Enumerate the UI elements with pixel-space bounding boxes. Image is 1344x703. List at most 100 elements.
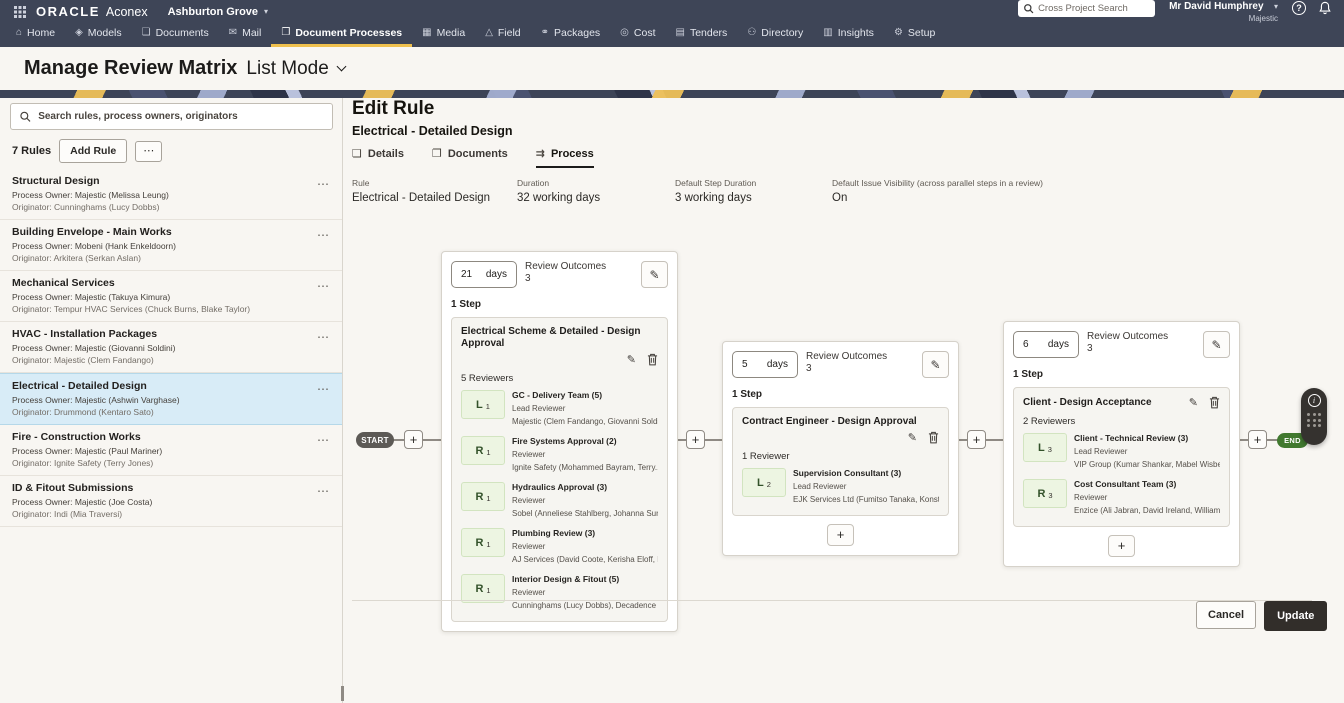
insights-icon: ▥ [823, 27, 832, 38]
nav-home[interactable]: ⌂Home [6, 21, 65, 47]
badge-letter: L [757, 477, 764, 489]
footer-divider [352, 600, 1312, 601]
badge-number: 1 [486, 586, 490, 595]
notifications-bell-icon[interactable] [1318, 1, 1332, 21]
summary-value: Electrical - Detailed Design [352, 192, 517, 204]
reviewer-role: Lead Reviewer [793, 481, 939, 492]
rule-more-icon[interactable]: ⋯ [317, 279, 330, 293]
assistant-widget[interactable]: i [1301, 388, 1327, 445]
review-duration-input[interactable]: 21 days [451, 261, 517, 288]
rule-more-icon[interactable]: ⋯ [317, 382, 330, 396]
badge-number: 3 [1048, 445, 1052, 454]
nav-tenders[interactable]: ▤Tenders [666, 21, 738, 47]
reviewer-row[interactable]: R1 Interior Design & Fitout (5) Reviewer… [461, 574, 658, 611]
reviewer-row[interactable]: L1 GC - Delivery Team (5) Lead Reviewer … [461, 390, 658, 427]
app-launcher-icon[interactable] [14, 6, 26, 18]
nav-mail[interactable]: ✉Mail [219, 21, 272, 47]
view-mode-selector[interactable]: List Mode [246, 58, 328, 80]
reviewer-role: Reviewer [512, 495, 658, 506]
insert-review-button-2[interactable]: + [686, 430, 705, 449]
edit-step-icon[interactable]: ✎ [627, 353, 636, 366]
lead-reviewer-badge: L3 [1023, 433, 1067, 462]
reviewer-row[interactable]: R3 Cost Consultant Team (3) Reviewer Enz… [1023, 479, 1220, 516]
rule-owner: Process Owner: Majestic (Melissa Leung) [12, 190, 308, 200]
info-icon[interactable]: i [1308, 394, 1321, 407]
nav-label: Setup [908, 27, 935, 39]
nav-documents[interactable]: ❏Documents [132, 21, 219, 47]
nav-setup[interactable]: ⚙Setup [884, 21, 945, 47]
review-duration-input[interactable]: 5 days [732, 351, 798, 378]
add-step-button[interactable]: + [1108, 535, 1135, 557]
tab-details[interactable]: ❏Details [352, 147, 404, 168]
tab-process[interactable]: ⇉Process [536, 147, 594, 168]
rule-item-electrical-detailed-design[interactable]: Electrical - Detailed Design Process Own… [0, 373, 342, 425]
rule-more-icon[interactable]: ⋯ [317, 228, 330, 242]
rule-title: Mechanical Services [12, 277, 308, 290]
edit-review-button[interactable]: ✎ [641, 261, 668, 288]
nav-field[interactable]: △Field [475, 21, 530, 47]
add-rule-button[interactable]: Add Rule [59, 139, 127, 163]
rule-item-fire-construction[interactable]: Fire - Construction Works Process Owner:… [0, 425, 342, 476]
cancel-button[interactable]: Cancel [1196, 601, 1256, 629]
rule-item-building-envelope[interactable]: Building Envelope - Main Works Process O… [0, 220, 342, 271]
reviewers-count-label: 2 Reviewers [1023, 416, 1220, 427]
insert-review-button-4[interactable]: + [1248, 430, 1267, 449]
rule-item-hvac-installation[interactable]: HVAC - Installation Packages Process Own… [0, 322, 342, 373]
rule-more-icon[interactable]: ⋯ [317, 330, 330, 344]
nav-cost[interactable]: ◎Cost [610, 21, 665, 47]
nav-models[interactable]: ◈Models [65, 21, 132, 47]
nav-label: Document Processes [295, 27, 402, 39]
edit-review-button[interactable]: ✎ [1203, 331, 1230, 358]
reviewer-row[interactable]: R1 Hydraulics Approval (3) Reviewer Sobe… [461, 482, 658, 519]
project-selector[interactable]: Ashburton Grove [168, 6, 258, 18]
reviewer-row[interactable]: R1 Fire Systems Approval (2) Reviewer Ig… [461, 436, 658, 473]
update-button[interactable]: Update [1264, 601, 1327, 631]
add-step-button[interactable]: + [827, 524, 854, 546]
nav-directory[interactable]: ⚇Directory [737, 21, 813, 47]
rules-more-button[interactable]: ⋯ [135, 141, 162, 162]
summary-rule: Rule Electrical - Detailed Design [352, 178, 517, 204]
nav-label: Models [88, 27, 122, 39]
cross-project-search[interactable] [1018, 0, 1155, 17]
rule-item-structural-design[interactable]: Structural Design Process Owner: Majesti… [0, 169, 342, 220]
outcomes-label: Review Outcomes [1087, 331, 1168, 343]
user-menu[interactable]: Mr David Humphrey ▾ Majestic [1169, 0, 1278, 24]
tab-documents[interactable]: ❐Documents [432, 147, 508, 168]
review-duration-input[interactable]: 6 days [1013, 331, 1079, 358]
rule-more-icon[interactable]: ⋯ [317, 177, 330, 191]
duration-value: 5 [742, 359, 748, 370]
delete-step-icon[interactable] [647, 353, 658, 366]
delete-step-icon[interactable] [928, 431, 939, 444]
rule-originator: Originator: Drummond (Kentaro Sato) [12, 407, 308, 417]
insert-review-button-1[interactable]: + [404, 430, 423, 449]
rule-item-mechanical-services[interactable]: Mechanical Services Process Owner: Majes… [0, 271, 342, 322]
chevron-down-icon[interactable] [336, 62, 346, 72]
rule-more-icon[interactable]: ⋯ [317, 433, 330, 447]
rule-more-icon[interactable]: ⋯ [317, 484, 330, 498]
badge-number: 2 [767, 480, 771, 489]
rules-search[interactable] [10, 103, 333, 130]
rule-owner: Process Owner: Majestic (Paul Mariner) [12, 446, 308, 456]
reviewer-role: Reviewer [512, 541, 658, 552]
nav-insights[interactable]: ▥Insights [813, 21, 884, 47]
insert-review-button-3[interactable]: + [967, 430, 986, 449]
nav-media[interactable]: ▦Media [412, 21, 475, 47]
reviewer-row[interactable]: L2 Supervision Consultant (3) Lead Revie… [742, 468, 939, 505]
global-header: ORACLE Aconex Ashburton Grove ▾ Mr David… [0, 0, 1344, 47]
rules-search-input[interactable] [38, 111, 324, 122]
reviewer-row[interactable]: R1 Plumbing Review (3) Reviewer AJ Servi… [461, 528, 658, 565]
edit-review-button[interactable]: ✎ [922, 351, 949, 378]
reviewer-row[interactable]: L3 Client - Technical Review (3) Lead Re… [1023, 433, 1220, 470]
badge-letter: R [475, 445, 483, 457]
edit-step-icon[interactable]: ✎ [908, 431, 917, 444]
pencil-icon: ✎ [1211, 338, 1221, 352]
rule-item-id-fitout[interactable]: ID & Fitout Submissions Process Owner: M… [0, 476, 342, 527]
project-caret-icon[interactable]: ▾ [264, 7, 268, 16]
rules-sidebar: 7 Rules Add Rule ⋯ Structural Design Pro… [0, 98, 343, 703]
nav-document-processes[interactable]: ❐Document Processes [271, 21, 412, 47]
cross-project-search-input[interactable] [1038, 3, 1150, 14]
help-icon[interactable]: ? [1292, 1, 1306, 15]
edit-step-icon[interactable]: ✎ [1189, 396, 1198, 409]
nav-packages[interactable]: ⚭Packages [531, 21, 611, 47]
delete-step-icon[interactable] [1209, 396, 1220, 409]
